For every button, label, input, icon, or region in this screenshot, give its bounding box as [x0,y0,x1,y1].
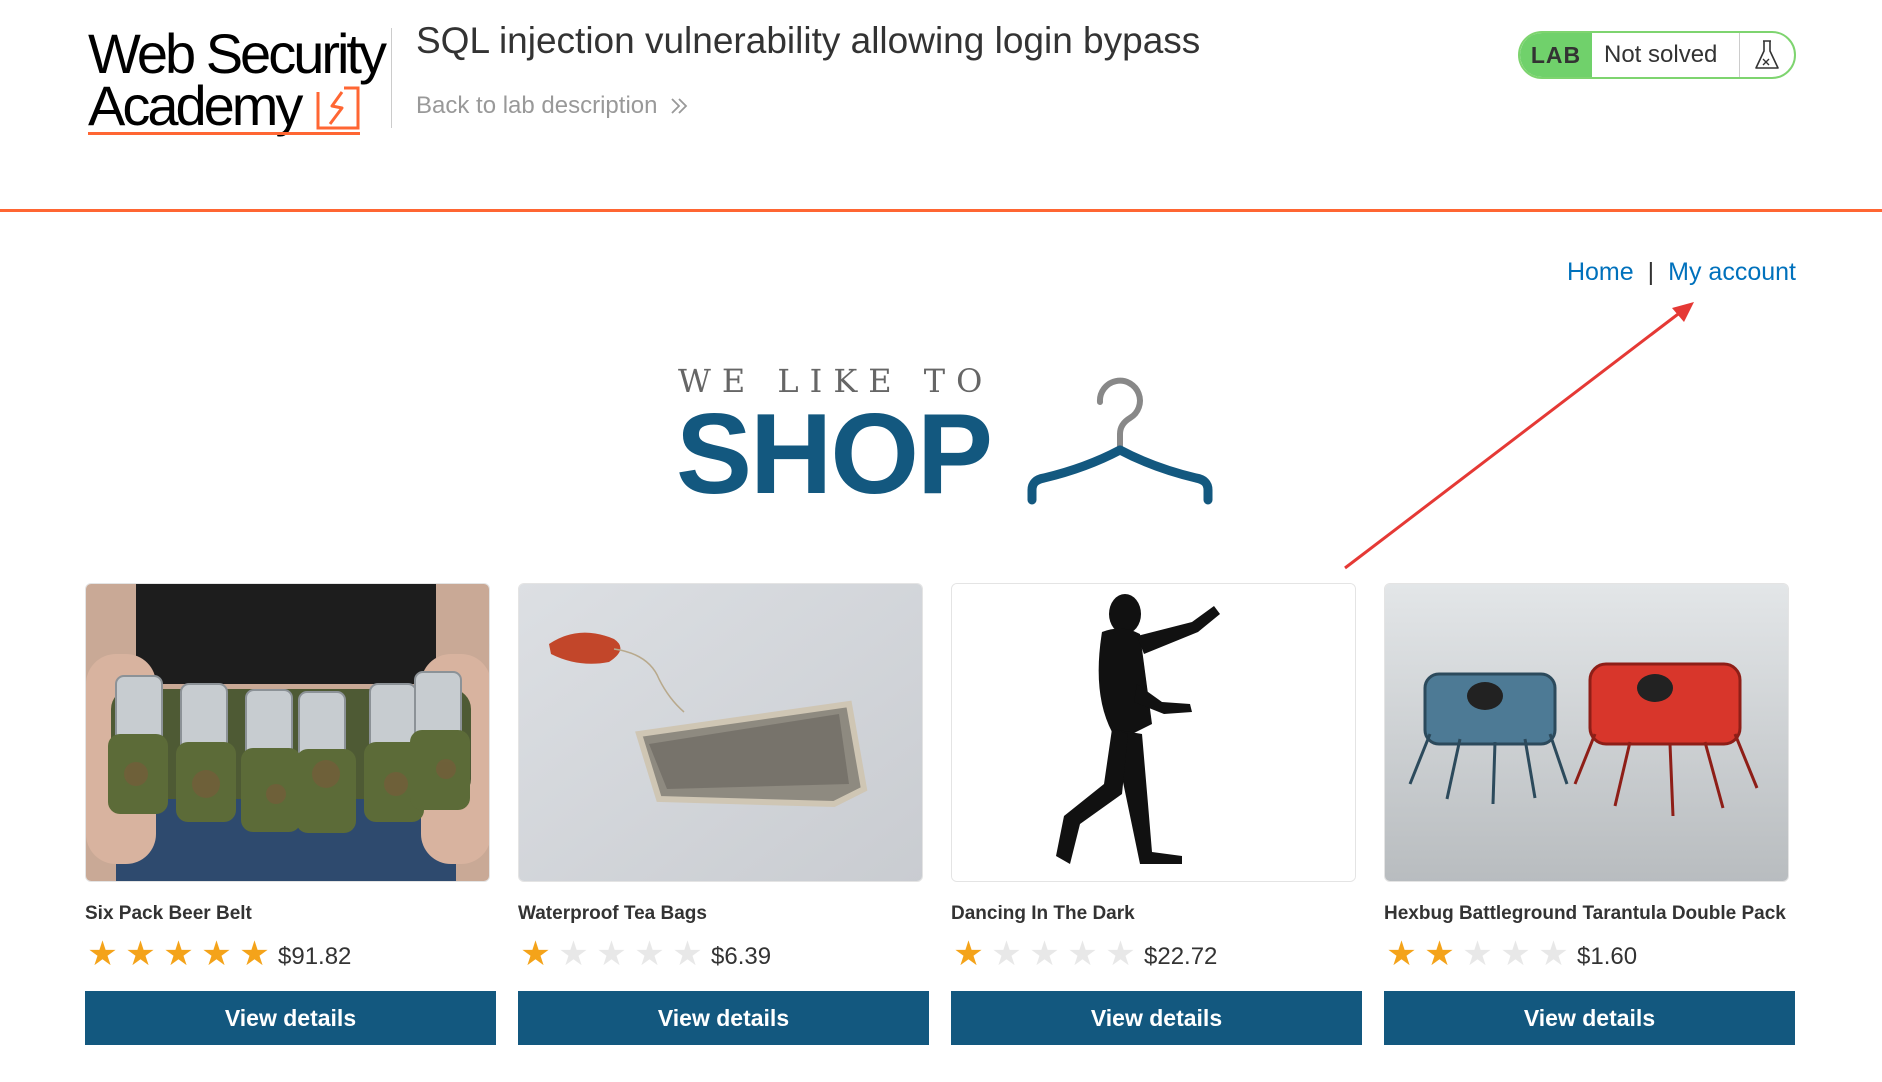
logo-text-line2: Academy [88,74,303,137]
flask-icon [1740,33,1794,77]
star-icon: ★ [1500,935,1531,973]
star-icon: ★ [1538,935,1569,973]
hero-banner: WE LIKE TO SHOP [676,360,1216,518]
hero-headline: SHOP [676,391,993,518]
view-details-button[interactable]: View details [518,991,929,1045]
product-name: Hexbug Battleground Tarantula Double Pac… [1384,903,1786,924]
product-name: Waterproof Tea Bags [518,903,707,924]
product-rating: ★ ★ ★ ★ ★ $1.60 [1384,937,1637,971]
product-card: Hexbug Battleground Tarantula Double Pac… [1384,583,1795,1045]
web-security-academy-logo[interactable]: Web Security Academy [88,26,388,138]
star-rating: ★ ★ ★ ★ ★ [1384,937,1574,971]
star-rating: ★ ★ ★ ★ ★ [85,937,275,971]
product-rating: ★ ★ ★ ★ ★ $22.72 [951,937,1217,971]
product-rating: ★ ★ ★ ★ ★ $6.39 [518,937,771,971]
product-rating: ★ ★ ★ ★ ★ $91.82 [85,937,351,971]
star-rating: ★ ★ ★ ★ ★ [518,937,708,971]
back-link-label: Back to lab description [416,92,658,119]
back-to-lab-description-link[interactable]: Back to lab description [416,92,689,120]
star-icon: ★ [1067,935,1098,973]
star-icon: ★ [953,935,984,973]
product-name: Dancing In The Dark [951,903,1135,924]
nav-my-account-link[interactable]: My account [1668,258,1796,287]
star-icon: ★ [596,935,627,973]
product-name: Six Pack Beer Belt [85,903,252,924]
star-icon: ★ [163,935,194,973]
product-card: Six Pack Beer Belt ★ ★ ★ ★ ★ $91.82 View det… [85,583,496,1045]
product-price: $6.39 [711,943,772,970]
hanger-icon [1027,377,1213,505]
star-rating: ★ ★ ★ ★ ★ [951,937,1141,971]
star-icon: ★ [558,935,589,973]
tea-bag-image[interactable] [518,583,923,882]
lab-status-text: Not solved [1592,33,1740,77]
dancer-silhouette-image[interactable] [951,583,1356,882]
product-card: Dancing In The Dark ★ ★ ★ ★ ★ $22.72 View de… [951,583,1362,1045]
star-icon: ★ [991,935,1022,973]
star-icon: ★ [87,935,118,973]
product-price: $91.82 [278,943,352,970]
view-details-button[interactable]: View details [85,991,496,1045]
star-icon: ★ [520,935,551,973]
view-details-button[interactable]: View details [1384,991,1795,1045]
top-navigation: Home | My account [1567,258,1796,287]
star-icon: ★ [1029,935,1060,973]
logo-bolt-icon [316,86,360,130]
star-icon: ★ [1105,935,1136,973]
header-divider [391,28,392,128]
lab-title: SQL injection vulnerability allowing log… [416,20,1201,61]
lab-status-widget: LAB Not solved [1518,31,1796,79]
product-price: $1.60 [1577,943,1638,970]
nav-home-link[interactable]: Home [1567,258,1634,287]
star-icon: ★ [634,935,665,973]
product-card: Waterproof Tea Bags ★ ★ ★ ★ ★ $6.39 View det… [518,583,929,1045]
star-icon: ★ [672,935,703,973]
double-chevron-right-icon [671,98,688,114]
star-icon: ★ [1462,935,1493,973]
view-details-button[interactable]: View details [951,991,1362,1045]
star-icon: ★ [1424,935,1455,973]
lab-badge: LAB [1520,33,1592,77]
beer-belt-image[interactable] [85,583,490,882]
product-price: $22.72 [1144,943,1218,970]
star-icon: ★ [125,935,156,973]
nav-separator: | [1647,258,1655,286]
logo-underline [88,132,360,135]
star-icon: ★ [1386,935,1417,973]
lab-header: Web Security Academy SQL injection vulne… [0,0,1882,212]
hexbug-robots-image[interactable] [1384,583,1789,882]
star-icon: ★ [239,935,270,973]
star-icon: ★ [201,935,232,973]
